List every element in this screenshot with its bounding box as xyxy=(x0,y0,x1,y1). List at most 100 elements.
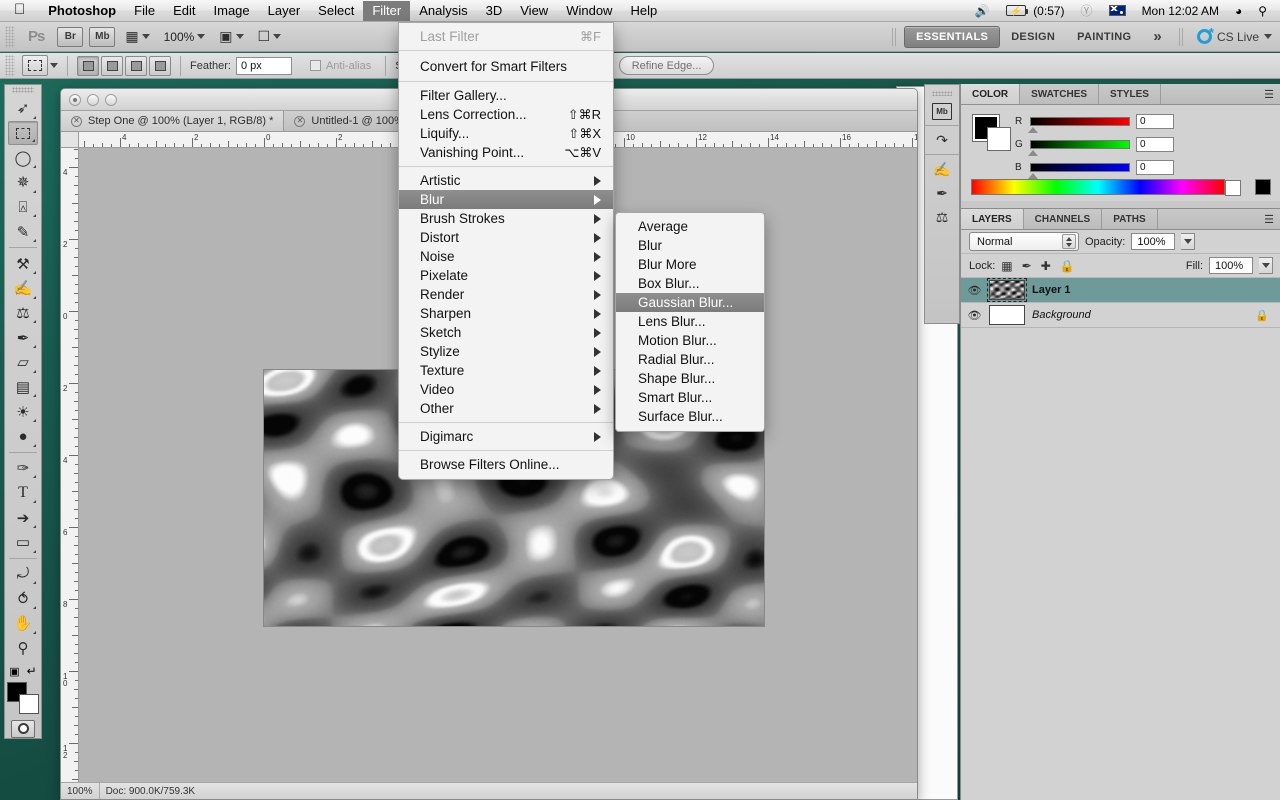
status-zoom-field[interactable]: 100% xyxy=(61,783,100,799)
menu-item-sketch[interactable]: Sketch xyxy=(399,323,613,342)
ruler-corner[interactable] xyxy=(61,132,79,148)
eye-icon[interactable]: 👁 xyxy=(967,284,982,297)
tab-color[interactable]: COLOR xyxy=(961,84,1020,104)
magic-wand-tool[interactable]: ✵ xyxy=(8,170,38,195)
pen-tool[interactable]: ✑ xyxy=(8,456,38,481)
layer-thumbnail[interactable] xyxy=(989,305,1025,325)
arrange-documents-dropdown[interactable]: ▣ xyxy=(212,24,250,50)
status-doc-info[interactable]: Doc: 900.0K/759.3K xyxy=(100,783,202,799)
submenu-item-blur-more[interactable]: Blur More xyxy=(616,255,764,274)
submenu-item-lens-blur[interactable]: Lens Blur... xyxy=(616,312,764,331)
menu-item-distort[interactable]: Distort xyxy=(399,228,613,247)
color-swatches[interactable] xyxy=(7,682,39,714)
intersect-selection-button[interactable] xyxy=(149,56,171,76)
submenu-item-smart-blur[interactable]: Smart Blur... xyxy=(616,388,764,407)
submenu-item-shape-blur[interactable]: Shape Blur... xyxy=(616,369,764,388)
rectangle-shape-tool[interactable]: ▭ xyxy=(8,530,38,555)
menu-item-lens-correction[interactable]: Lens Correction... ⇧⌘R xyxy=(399,105,613,124)
spot-healing-brush-tool[interactable]: ⚒ xyxy=(8,251,38,276)
lock-transparent-pixels-icon[interactable]: ▦ xyxy=(1001,259,1012,273)
menu-item-texture[interactable]: Texture xyxy=(399,361,613,380)
brush-presets-panel-button[interactable]: ✍ xyxy=(929,157,955,181)
submenu-item-radial-blur[interactable]: Radial Blur... xyxy=(616,350,764,369)
volume-icon[interactable]: 🔊 xyxy=(968,1,997,21)
add-to-selection-button[interactable] xyxy=(101,56,123,76)
swap-colors-icon[interactable]: ↵ xyxy=(27,664,37,678)
3d-rotate-tool[interactable]: ⤾ xyxy=(8,562,38,587)
dock-grip[interactable] xyxy=(932,91,952,96)
hand-tool[interactable]: ✋ xyxy=(8,611,38,636)
optionsbar-grip[interactable] xyxy=(5,55,15,77)
eye-icon[interactable]: 👁 xyxy=(967,309,982,322)
opacity-input[interactable]: 100% xyxy=(1131,233,1175,250)
wifi-icon[interactable]: ◕ xyxy=(1228,1,1249,21)
eraser-tool[interactable]: ▱ xyxy=(8,350,38,375)
layer-thumbnail[interactable] xyxy=(989,280,1025,300)
workspace-overflow-button[interactable]: » xyxy=(1142,24,1173,49)
rectangular-marquee-tool[interactable] xyxy=(8,121,38,146)
slider-knob[interactable] xyxy=(1028,127,1038,133)
current-tool-preset-picker[interactable] xyxy=(22,55,58,76)
blur-tool[interactable]: ☀ xyxy=(8,399,38,424)
menu-item-blur[interactable]: Blur xyxy=(399,190,613,209)
view-extras-dropdown[interactable]: ▦ xyxy=(118,24,156,50)
document-tab-untitled-1[interactable]: ✕ Untitled-1 @ 100% xyxy=(284,111,415,131)
submenu-item-motion-blur[interactable]: Motion Blur... xyxy=(616,331,764,350)
blend-mode-dropdown[interactable]: Normal xyxy=(969,232,1079,251)
menu-help[interactable]: Help xyxy=(621,1,666,21)
menu-filter[interactable]: Filter xyxy=(363,1,410,21)
menu-window[interactable]: Window xyxy=(557,1,621,21)
menu-item-noise[interactable]: Noise xyxy=(399,247,613,266)
fill-input[interactable]: 100% xyxy=(1209,257,1253,274)
anti-alias-checkbox[interactable] xyxy=(310,60,321,71)
menu-3d[interactable]: 3D xyxy=(477,1,512,21)
type-tool[interactable]: T xyxy=(8,480,38,505)
workspace-design[interactable]: DESIGN xyxy=(1000,27,1066,47)
lasso-tool[interactable]: ◯ xyxy=(8,145,38,170)
menu-item-convert-for-smart-filters[interactable]: Convert for Smart Filters xyxy=(399,55,613,77)
channel-value-r[interactable]: 0 xyxy=(1136,114,1174,129)
layer-row-background[interactable]: 👁 Background 🔒 xyxy=(961,303,1280,328)
menu-select[interactable]: Select xyxy=(309,1,363,21)
dodge-tool[interactable]: ● xyxy=(8,424,38,449)
workspace-painting[interactable]: PAINTING xyxy=(1066,27,1142,47)
menu-item-brush-strokes[interactable]: Brush Strokes xyxy=(399,209,613,228)
slider-g[interactable] xyxy=(1030,140,1130,149)
menu-item-vanishing-point[interactable]: Vanishing Point... ⌥⌘V xyxy=(399,143,613,162)
menu-item-stylize[interactable]: Stylize xyxy=(399,342,613,361)
menu-item-liquify[interactable]: Liquify... ⇧⌘X xyxy=(399,124,613,143)
background-color-swatch[interactable] xyxy=(19,694,39,714)
lock-image-pixels-icon[interactable]: ✒ xyxy=(1022,259,1032,273)
brush-panel-button[interactable]: ✒ xyxy=(929,181,955,205)
menu-file[interactable]: File xyxy=(125,1,164,21)
stepper-icon[interactable] xyxy=(1062,234,1076,249)
move-tool[interactable]: ➶ xyxy=(8,96,38,121)
new-selection-button[interactable] xyxy=(77,56,99,76)
clock[interactable]: Mon 12:02 AM xyxy=(1135,1,1226,21)
color-panel-swatches[interactable] xyxy=(973,115,1011,151)
lock-all-icon[interactable]: 🔒 xyxy=(1060,259,1075,273)
opacity-dropdown-button[interactable] xyxy=(1181,233,1195,250)
tab-layers[interactable]: LAYERS xyxy=(961,209,1024,229)
menu-item-pixelate[interactable]: Pixelate xyxy=(399,266,613,285)
appbar-grip[interactable] xyxy=(5,26,15,48)
submenu-item-surface-blur[interactable]: Surface Blur... xyxy=(616,407,764,426)
cs-live-button[interactable]: CS Live xyxy=(1191,29,1272,44)
background-color-swatch[interactable] xyxy=(987,127,1011,151)
path-selection-tool[interactable]: ➔ xyxy=(8,505,38,530)
mini-bridge-panel-button[interactable]: Mb xyxy=(929,99,955,123)
menu-item-digimarc[interactable]: Digimarc xyxy=(399,427,613,446)
crop-tool[interactable]: ⍓ xyxy=(8,195,38,220)
workspace-essentials[interactable]: ESSENTIALS xyxy=(904,26,1000,48)
battery-status[interactable]: ⚡ (0:57) xyxy=(999,1,1072,21)
menu-item-video[interactable]: Video xyxy=(399,380,613,399)
menu-item-last-filter[interactable]: Last Filter ⌘F xyxy=(399,27,613,46)
brush-tool[interactable]: ✍ xyxy=(8,276,38,301)
menu-item-sharpen[interactable]: Sharpen xyxy=(399,304,613,323)
slider-r[interactable] xyxy=(1030,117,1130,126)
clone-stamp-tool[interactable]: ⚖ xyxy=(8,301,38,326)
menu-item-artistic[interactable]: Artistic xyxy=(399,171,613,190)
tab-swatches[interactable]: SWATCHES xyxy=(1020,84,1099,104)
history-brush-tool[interactable]: ✒ xyxy=(8,325,38,350)
channel-value-g[interactable]: 0 xyxy=(1136,137,1174,152)
